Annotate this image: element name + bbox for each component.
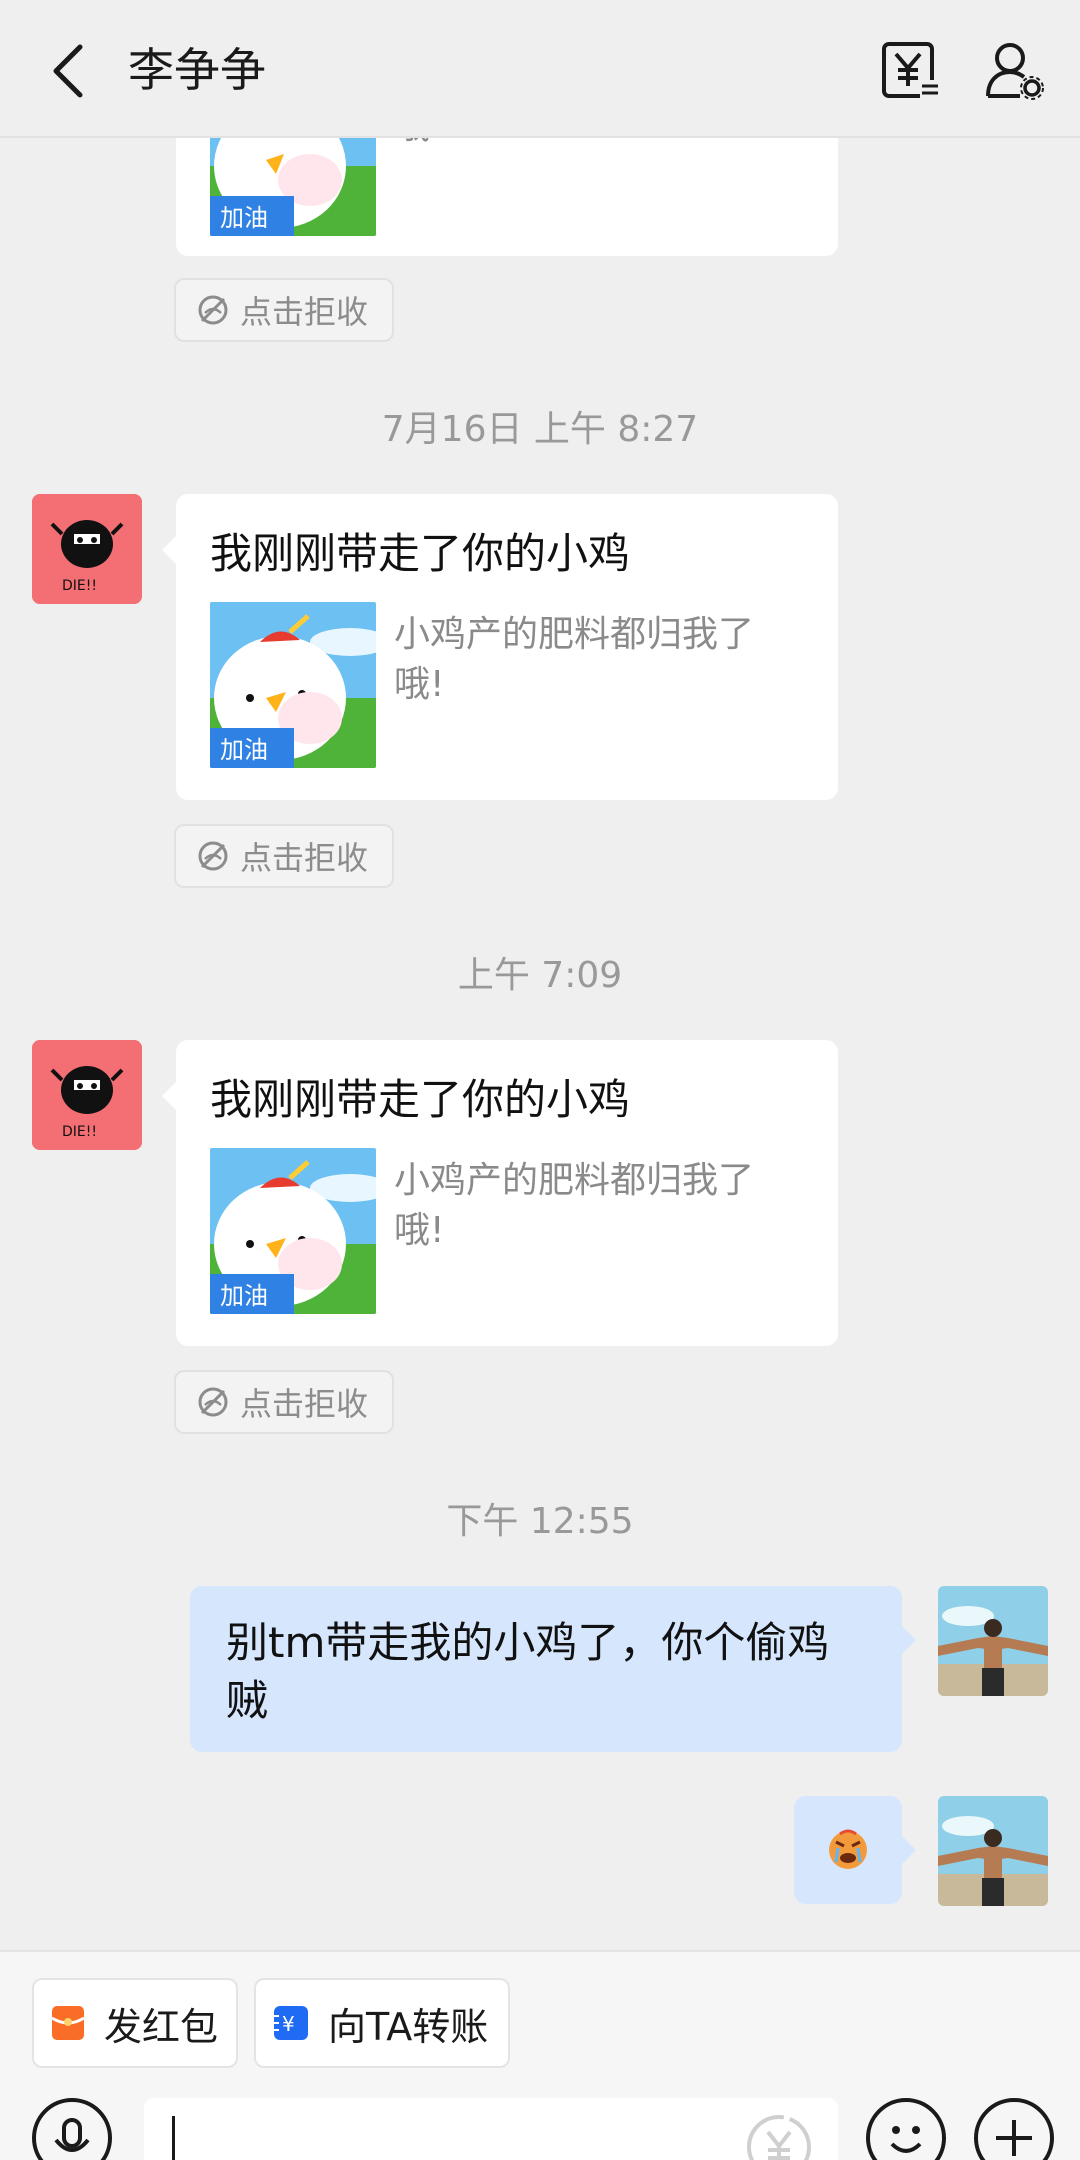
reject-label: 点击拒收 [240,293,369,331]
card-description: 小鸡产的肥料都归我了哦! [394,614,755,705]
reject-button[interactable]: 点击拒收 [174,824,394,888]
thumb-badge-text: 加油 [220,1282,268,1310]
message-input[interactable] [144,2098,838,2160]
red-packet-label: 发红包 [104,2004,219,2049]
thumb-badge-text: 加油 [220,736,268,764]
link-card-message[interactable]: 我刚刚带走了你的小鸡 加油 小鸡产的肥料都归我了哦! [162,494,838,800]
angry-crying-face-icon [829,1829,867,1869]
red-packet-icon [51,2006,85,2040]
contact-avatar[interactable]: DIE!! [32,1040,142,1150]
timestamp: 下午 12:55 [446,1501,634,1542]
card-description: 小鸡产的肥料都归我了哦! [394,1160,755,1251]
reject-label: 点击拒收 [240,1385,369,1423]
chat-title: 李争争 [128,43,266,97]
chick-thumbnail: 加油 [210,602,376,768]
card-title: 我刚刚带走了你的小鸡 [210,529,631,578]
chat-header: 李争争 [0,0,1080,138]
link-card-message[interactable]: 我刚刚带走了你的小鸡 加油 小鸡产的肥料都归我了哦! [162,1040,838,1346]
emoji-button[interactable] [866,2098,946,2160]
reject-label: 点击拒收 [240,839,369,877]
block-icon [198,1387,228,1417]
chick-thumbnail: 加油 [210,1148,376,1314]
block-icon [198,295,228,325]
transfer-button[interactable] [876,36,946,106]
svg-text:DIE!!: DIE!! [62,1124,97,1140]
yuan-transfer-icon [882,42,940,98]
message-list[interactable]: 加油 哦! 点击拒收 7月16日 上午 8:27 DIE!! 我刚刚带走了你的小… [0,138,1080,1950]
voice-button[interactable] [32,2098,112,2160]
bubble-arrow [162,1082,176,1110]
outgoing-text-message[interactable]: 别tm带走我的小鸡了，你个偷鸡贼 [190,1586,916,1752]
yuan-circle-icon[interactable] [744,2112,814,2160]
outgoing-emoji-message[interactable] [794,1796,916,1904]
message-text: 别tm带走我的小鸡了，你个偷鸡贼 [226,1618,830,1725]
input-toolbar: 发红包 ¥ 向TA转账 [0,1950,1080,2160]
red-packet-button[interactable]: 发红包 [32,1978,238,2068]
svg-text:DIE!!: DIE!! [62,578,97,594]
user-settings-icon [986,43,1044,100]
back-button[interactable] [38,36,98,106]
reject-button[interactable]: 点击拒收 [174,278,394,342]
smile-icon [890,2126,922,2153]
plus-icon [996,2120,1032,2156]
block-icon [198,841,228,871]
timestamp: 7月16日 上午 8:27 [381,409,699,450]
contact-avatar[interactable]: DIE!! [32,494,142,604]
bubble-arrow [902,1626,916,1654]
link-card-message[interactable]: 加油 哦! [176,138,838,256]
chick-thumbnail: 加油 [210,138,376,236]
text-caret [172,2116,175,2160]
my-avatar[interactable] [938,1586,1048,1696]
transfer-chip-button[interactable]: ¥ 向TA转账 [254,1978,510,2068]
bubble-arrow [162,536,176,564]
my-avatar[interactable] [938,1796,1048,1906]
chevron-left-icon [53,44,83,98]
thumb-badge-text: 加油 [220,204,268,232]
card-title: 我刚刚带走了你的小鸡 [210,1075,631,1124]
transfer-label: 向TA转账 [328,2004,489,2049]
card-description: 哦! [394,138,804,152]
profile-button[interactable] [980,36,1050,106]
reject-button[interactable]: 点击拒收 [174,1370,394,1434]
svg-text:¥: ¥ [282,2012,295,2036]
microphone-icon [54,2118,90,2152]
timestamp: 上午 7:09 [457,955,623,996]
transfer-yuan-icon: ¥ [274,2006,308,2040]
more-button[interactable] [974,2098,1054,2160]
bubble-arrow [902,1836,916,1864]
